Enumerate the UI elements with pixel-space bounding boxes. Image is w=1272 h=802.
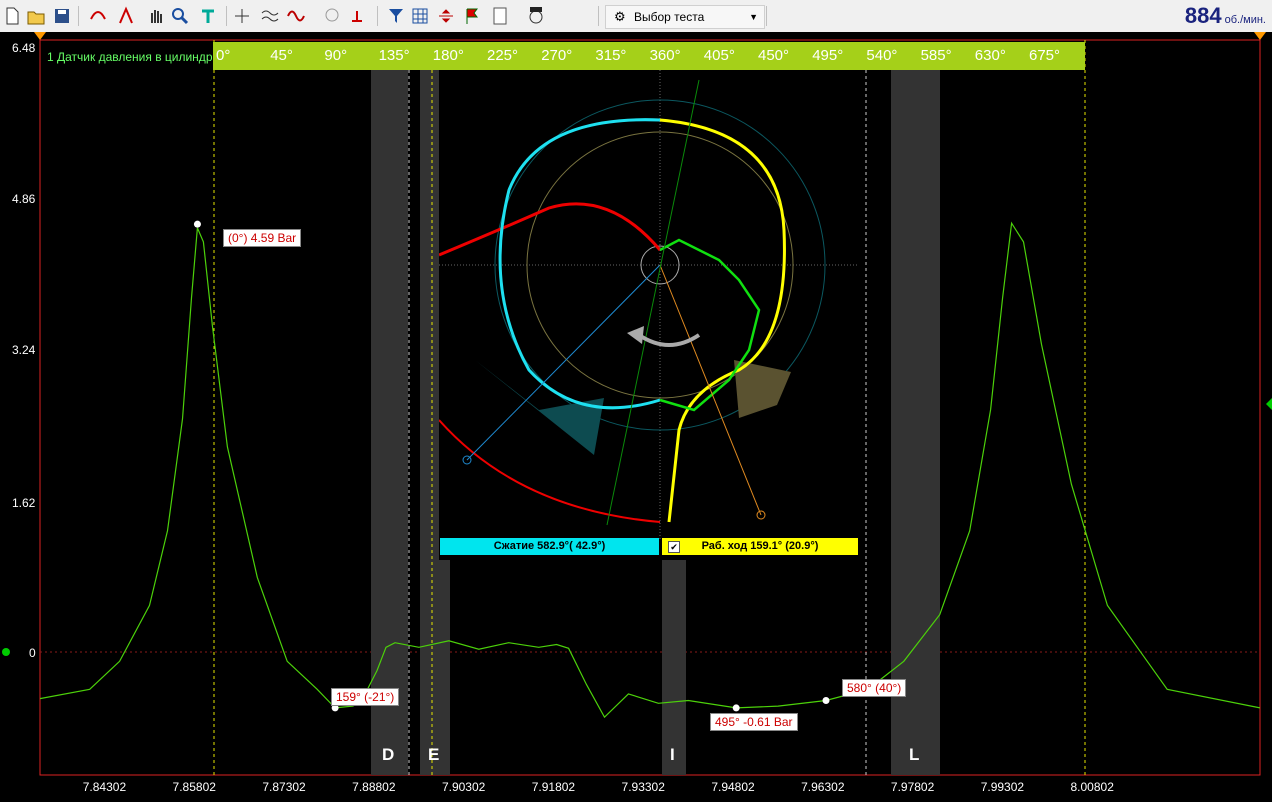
angle-tick: 315° [595,47,627,64]
gear-icon: ⚙ [614,9,626,24]
angle-tick: 495° [812,47,844,64]
auto-icon[interactable] [322,5,342,27]
valve-window-l [891,70,940,775]
angle-tick: 45° [270,47,293,64]
marker-i: I [670,745,675,764]
filter-icon[interactable] [386,5,406,27]
point-label: 159° (-21°) [331,688,400,706]
angle-tick: 135° [378,47,410,64]
y-tick: 0 [29,646,36,660]
zero-handle[interactable] [2,648,10,656]
y-tick: 1.62 [12,496,36,510]
wave-alt-icon[interactable] [286,5,306,27]
angle-tick: 90° [324,47,348,64]
hand-icon[interactable] [146,5,166,27]
cursor-icon[interactable] [116,5,136,27]
marker-l: L [909,745,920,764]
x-tick: 8.00802 [1070,780,1114,794]
test-select[interactable]: ⚙ Выбор теста ▼ [605,5,765,29]
angle-tick: 405° [703,47,735,64]
auto-settings-icon[interactable] [526,5,546,27]
open-file-icon[interactable] [26,5,46,27]
wave-icon[interactable] [260,5,280,27]
angle-tick: 630° [974,47,1006,64]
angle-tick: 360° [649,47,681,64]
data-point[interactable] [732,704,740,712]
x-tick: 7.84302 [82,780,127,794]
y-tick: 4.86 [12,192,36,206]
data-point[interactable] [193,220,201,228]
notes-icon[interactable] [490,5,510,27]
point-label: 495° -0.61 Bar [710,713,798,731]
resize-icon[interactable] [232,5,252,27]
magnet-icon[interactable] [198,5,218,27]
grid-icon[interactable] [410,5,430,27]
marker-e: E [428,745,440,764]
x-tick: 7.94802 [711,780,755,794]
rpm-display: 884 об./мин. [1185,3,1266,29]
y-tick: 3.24 [12,343,36,357]
x-tick: 7.99302 [980,780,1025,794]
rpm-value: 884 [1184,3,1222,28]
angle-scale[interactable]: 0° 45° 90° 135° 180° 225° 270° 315° 360° 405° 450°… [213,42,1085,70]
legend-compression: Сжатие 582.9°( 42.9°) [440,538,659,555]
valve-window-d [371,70,408,775]
angle-tick: 270° [541,47,573,64]
marker-d: D [382,745,395,764]
toolbar: ⚙ Выбор теста ▼ 884 об./мин. [0,0,1272,33]
angle-tick: 675° [1029,47,1061,64]
angle-tick: 540° [866,47,898,64]
x-tick: 7.91802 [531,780,576,794]
legend-work-stroke[interactable]: ✔ Раб. ход 159.1° (20.9°) [662,538,858,555]
x-tick: 7.97802 [890,780,935,794]
x-tick: 7.93302 [621,780,665,794]
y-tick: 6.48 [12,41,36,55]
point-label: (0°) 4.59 Bar [223,229,302,247]
angle-tick: 450° [758,47,790,64]
checkbox-icon[interactable]: ✔ [668,541,680,553]
zoom-icon[interactable] [170,5,190,27]
x-tick: 7.88802 [352,780,396,794]
point-label: 580° (40°) [842,679,907,697]
x-tick: 7.85802 [172,780,216,794]
angle-tick: 0° [216,47,231,64]
split-icon[interactable] [436,5,456,27]
angle-tick: 585° [920,47,952,64]
chevron-down-icon: ▼ [749,12,758,22]
legend-work-label: Раб. ход 159.1° (20.9°) [701,540,819,552]
x-tick: 7.87302 [262,780,306,794]
channel-name: 1 Датчик давления в цилиндре [47,50,213,64]
sync-icon[interactable] [88,5,108,27]
flag-icon[interactable] [462,5,482,27]
new-file-icon[interactable] [2,5,22,27]
save-icon[interactable] [52,5,72,27]
rpm-unit: об./мин. [1224,14,1266,26]
x-tick: 7.96302 [801,780,845,794]
angle-tick: 225° [487,47,519,64]
x-tick: 7.90302 [441,780,486,794]
polar-diagram[interactable] [438,70,859,560]
angle-tick: 180° [432,47,464,64]
data-point[interactable] [822,696,830,704]
offset-icon[interactable] [348,5,368,27]
test-select-value: Выбор теста [634,10,705,24]
